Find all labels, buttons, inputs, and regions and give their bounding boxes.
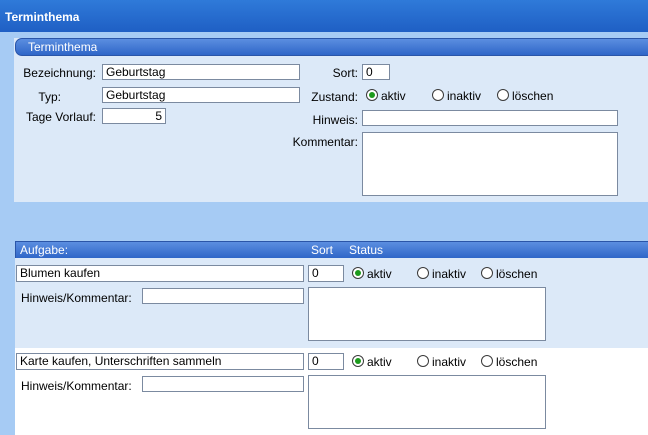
task-1-inaktiv-radio[interactable] [417, 267, 429, 279]
typ-label: Typ: [38, 90, 61, 104]
zustand-aktiv-label: aktiv [381, 89, 406, 103]
zustand-inaktiv-label: inaktiv [447, 89, 482, 103]
sort-label: Sort: [332, 66, 358, 80]
zustand-loeschen-label: löschen [512, 89, 554, 103]
task-2-aktiv-radio[interactable] [352, 355, 364, 367]
zustand-inaktiv-radio[interactable] [432, 89, 444, 101]
hinweis-field[interactable] [362, 110, 618, 126]
task-2-loeschen-radio[interactable] [481, 355, 493, 367]
task-2-aktiv-label: aktiv [367, 355, 392, 369]
bezeichnung-label: Bezeichnung: [23, 66, 96, 80]
task-1-sort-field[interactable]: 0 [308, 265, 344, 282]
aufgaben-header-bar: Aufgabe: Sort Status [15, 241, 648, 259]
task-2-inaktiv-label: inaktiv [432, 355, 467, 369]
tage-vorlauf-field[interactable]: 5 [102, 108, 166, 124]
task-1-inaktiv-label: inaktiv [432, 267, 467, 281]
hinweis-label: Hinweis: [312, 113, 358, 127]
kommentar-textarea[interactable] [362, 132, 618, 196]
task-1-hinweis-label: Hinweis/Kommentar: [21, 291, 132, 305]
sort-column-header: Sort [311, 243, 334, 257]
zustand-loeschen-radio[interactable] [497, 89, 509, 101]
terminthema-section-header: Terminthema [15, 38, 648, 56]
zustand-aktiv-radio[interactable] [366, 89, 378, 101]
task-2-hinweis-label: Hinweis/Kommentar: [21, 379, 132, 393]
typ-field[interactable]: Geburtstag [102, 87, 300, 103]
task-1-loeschen-radio[interactable] [481, 267, 493, 279]
status-column-header: Status [349, 243, 384, 257]
task-2-sort-field[interactable]: 0 [308, 353, 344, 370]
task-1-aufgabe-field[interactable]: Blumen kaufen [16, 265, 304, 282]
kommentar-label: Kommentar: [292, 135, 358, 149]
task-1-loeschen-label: löschen [496, 267, 538, 281]
task-1-hinweis-field[interactable] [142, 288, 304, 304]
aufgabe-column-header: Aufgabe: [20, 243, 69, 257]
task-2-loeschen-label: löschen [496, 355, 538, 369]
zustand-label: Zustand: [311, 90, 358, 104]
window-title-bar: Terminthema [0, 0, 648, 32]
task-1-notes-textarea[interactable] [308, 287, 546, 341]
bezeichnung-field[interactable]: Geburtstag [102, 64, 300, 80]
task-2-inaktiv-radio[interactable] [417, 355, 429, 367]
task-2-notes-textarea[interactable] [308, 375, 546, 429]
task-1-aktiv-radio[interactable] [352, 267, 364, 279]
sort-field[interactable]: 0 [362, 64, 390, 80]
task-1-aktiv-label: aktiv [367, 267, 392, 281]
task-2-aufgabe-field[interactable]: Karte kaufen, Unterschriften sammeln [16, 353, 304, 370]
terminthema-section-title: Terminthema [28, 40, 98, 54]
window-title: Terminthema [5, 10, 80, 24]
tage-vorlauf-label: Tage Vorlauf: [25, 110, 96, 124]
task-2-hinweis-field[interactable] [142, 376, 304, 392]
